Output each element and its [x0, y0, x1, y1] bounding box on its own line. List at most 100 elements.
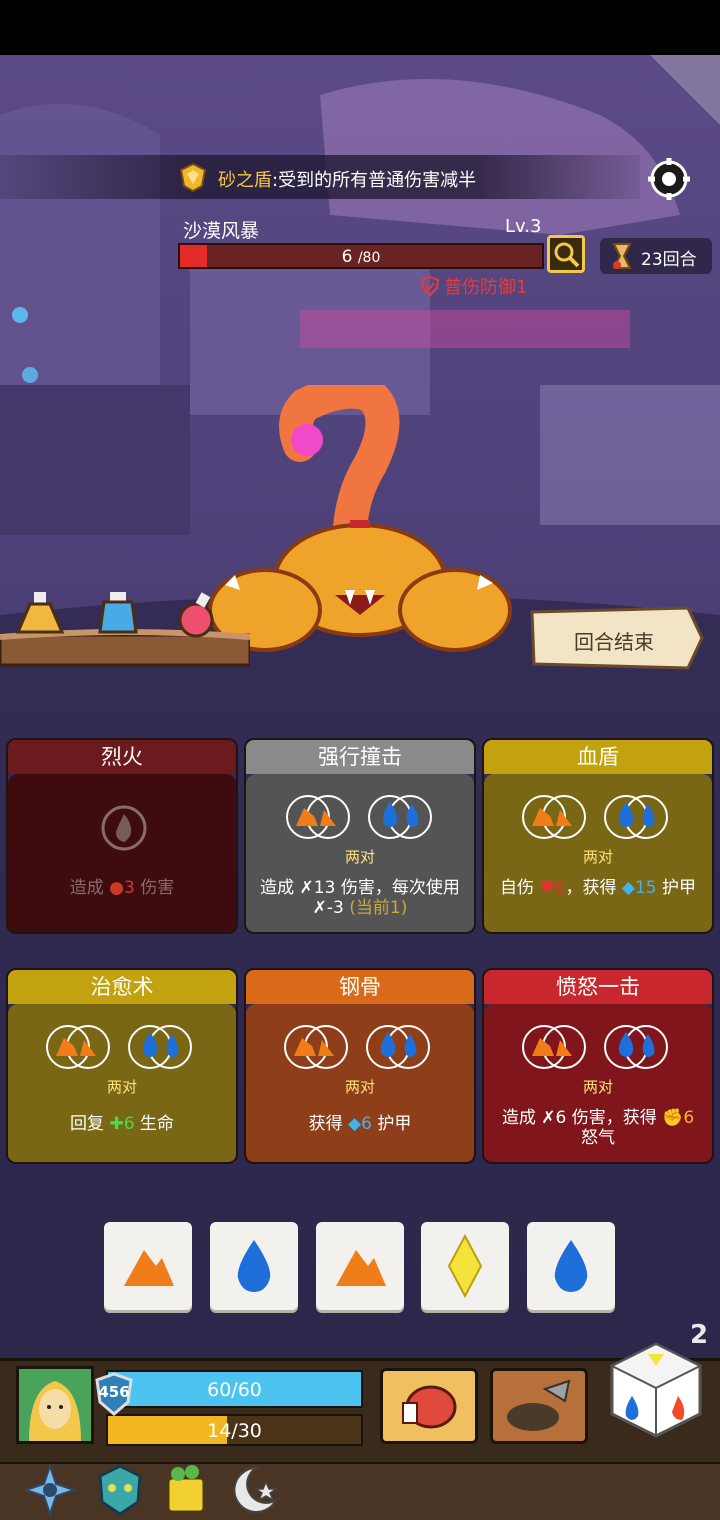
pink-potion-icon[interactable]: [168, 588, 224, 644]
pair-requirement: 两对: [582, 1078, 613, 1096]
desc-line: 怒气: [581, 1128, 615, 1148]
player-hp-text: 60/60: [207, 1379, 262, 1401]
pair-requirement: 两对: [344, 1078, 375, 1096]
desc-text: 造成: [69, 878, 110, 898]
die-lightning[interactable]: [421, 1222, 509, 1310]
round-counter-text: 23回合: [641, 250, 697, 270]
desc-text: 自伤: [499, 878, 540, 898]
dice-requirement: [246, 1022, 474, 1076]
die-earth[interactable]: [104, 1222, 192, 1310]
enemy-hp-max: /80: [357, 250, 381, 266]
die-earth[interactable]: [316, 1222, 404, 1310]
pair-requirement: 两对: [106, 1078, 137, 1096]
card-qiangxingzhuangji[interactable]: 强行撞击 两对 造成 ✗13 伤害，每次使用 ✗-3 (当前1): [244, 738, 476, 934]
enemy-hp-current: 6: [341, 247, 353, 267]
card-description: 自伤 ♥6，获得 ◆15 护甲: [484, 878, 712, 898]
status-bar: [0, 0, 720, 55]
desc-text: 回复: [70, 1114, 110, 1134]
card-zhiyushu[interactable]: 治愈术 两对 回复 ✚6 生命: [6, 968, 238, 1164]
card-description: 造成 ●3 伤害: [8, 878, 236, 898]
card-title: 钢骨: [246, 970, 474, 1004]
enemy-level: Lv.3: [505, 216, 542, 237]
desc-value: 15: [634, 878, 657, 898]
demon-mask-relic-icon[interactable]: [92, 1462, 148, 1518]
player-rage-text: 14/30: [207, 1420, 262, 1442]
card-title: 愤怒一击: [484, 970, 712, 1004]
earth-water-pair-icon: [522, 1025, 668, 1069]
enemy-skill-description: 受到的所有普通伤害减半: [278, 170, 477, 191]
card-title: 强行撞击: [246, 740, 474, 774]
desc-line: ✗-3: [312, 898, 350, 918]
desc-text: 护甲: [371, 1114, 412, 1134]
roll-dice-button[interactable]: [608, 1340, 704, 1440]
earth-icon: [124, 1250, 174, 1286]
card-body: 两对 造成 ✗13 伤害，每次使用 ✗-3 (当前1): [246, 774, 474, 932]
water-drop-icon: [554, 1240, 588, 1292]
card-xuedun[interactable]: 血盾 两对 自伤 ♥6，获得 ◆15 护甲: [482, 738, 714, 934]
shield-icon: ◆: [348, 1114, 362, 1134]
card-body: 两对 获得 ◆6 护甲: [246, 1004, 474, 1162]
card-description: 获得 ◆6 护甲: [246, 1114, 474, 1134]
blue-potion-icon[interactable]: [90, 588, 146, 644]
die-water[interactable]: [210, 1222, 298, 1310]
water-drop-icon: [237, 1240, 271, 1292]
card-title: 治愈术: [8, 970, 236, 1004]
card-description: 造成 ✗6 伤害，获得 ✊6 怒气: [484, 1108, 712, 1148]
golden-shield-icon: [179, 162, 207, 192]
enemy-skill-text: 砂之盾:受到的所有普通伤害减半: [218, 166, 476, 192]
desc-value: 6: [683, 1108, 695, 1128]
clover-dice-relic-icon[interactable]: [158, 1462, 214, 1518]
shield-icon: ◆: [621, 878, 635, 898]
desc-text: 生命: [134, 1114, 174, 1134]
dice-requirement: [484, 792, 712, 846]
card-description: 回复 ✚6 生命: [8, 1114, 236, 1134]
enemy-defense-text: 普伤防御1: [444, 277, 528, 298]
enemy-hp-bar: 6 /80: [178, 243, 544, 269]
card-description: 造成 ✗13 伤害，每次使用 ✗-3 (当前1): [246, 878, 474, 918]
earth-water-pair-icon: [46, 1025, 192, 1069]
blood-drop-icon: ●: [109, 878, 124, 898]
compass-relic-icon[interactable]: [22, 1462, 78, 1518]
desc-line: 造成 ✗6 伤害，获得: [501, 1108, 663, 1128]
lightning-diamond-icon: [447, 1233, 483, 1299]
desc-value: 6: [361, 1114, 372, 1134]
player-portrait[interactable]: [16, 1366, 94, 1444]
earth-water-pair-icon: [286, 795, 432, 839]
card-fennuyiji[interactable]: 愤怒一击 两对 造成 ✗6 伤害，获得 ✊6 怒气: [482, 968, 714, 1164]
enemy-intent-icon[interactable]: [547, 235, 585, 273]
card-body: 两对 回复 ✚6 生命: [8, 1004, 236, 1162]
card-body: 造成 ●3 伤害: [8, 774, 236, 932]
dice-requirement: [246, 792, 474, 846]
player-hp-bar: 60/60: [106, 1370, 363, 1408]
settings-gear-icon[interactable]: [646, 156, 692, 202]
end-turn-label: 回合结束: [574, 630, 654, 654]
enemy-skill-name: 砂之盾: [218, 170, 272, 191]
earth-water-pair-icon: [522, 795, 668, 839]
dig-skill-icon: [507, 1379, 571, 1431]
pair-requirement: 两对: [582, 848, 613, 866]
hourglass-scroll-icon: [612, 243, 632, 269]
dice-requirement: [484, 1022, 712, 1076]
skill-button-fist[interactable]: [380, 1368, 478, 1444]
card-liehuo[interactable]: 烈火 造成 ●3 伤害: [6, 738, 238, 934]
dice-requirement: [8, 1022, 236, 1076]
desc-value: 3: [124, 878, 135, 898]
player-armor-value: 456: [98, 1383, 130, 1401]
enemy-hp-text: 6 /80: [180, 247, 542, 267]
pair-requirement: 两对: [344, 848, 375, 866]
yellow-potion-icon[interactable]: [12, 588, 68, 644]
die-water[interactable]: [527, 1222, 615, 1310]
moon-star-relic-icon[interactable]: [226, 1462, 282, 1518]
desc-note: (当前1): [349, 898, 408, 918]
fire-icon: [101, 805, 147, 851]
card-body: 两对 自伤 ♥6，获得 ◆15 护甲: [484, 774, 712, 932]
skill-button-dig[interactable]: [490, 1368, 588, 1444]
card-ganggu[interactable]: 钢骨 两对 获得 ◆6 护甲: [244, 968, 476, 1164]
card-body: 两对 造成 ✗6 伤害，获得 ✊6 怒气: [484, 1004, 712, 1162]
enemy-defense-badge: 普伤防御1: [420, 273, 527, 299]
broken-heart-icon: ♥: [539, 878, 555, 898]
desc-text: 伤害: [134, 878, 175, 898]
desc-line: 造成 ✗13 伤害，每次使用: [260, 878, 460, 898]
card-title: 血盾: [484, 740, 712, 774]
earth-water-pair-icon: [284, 1025, 430, 1069]
